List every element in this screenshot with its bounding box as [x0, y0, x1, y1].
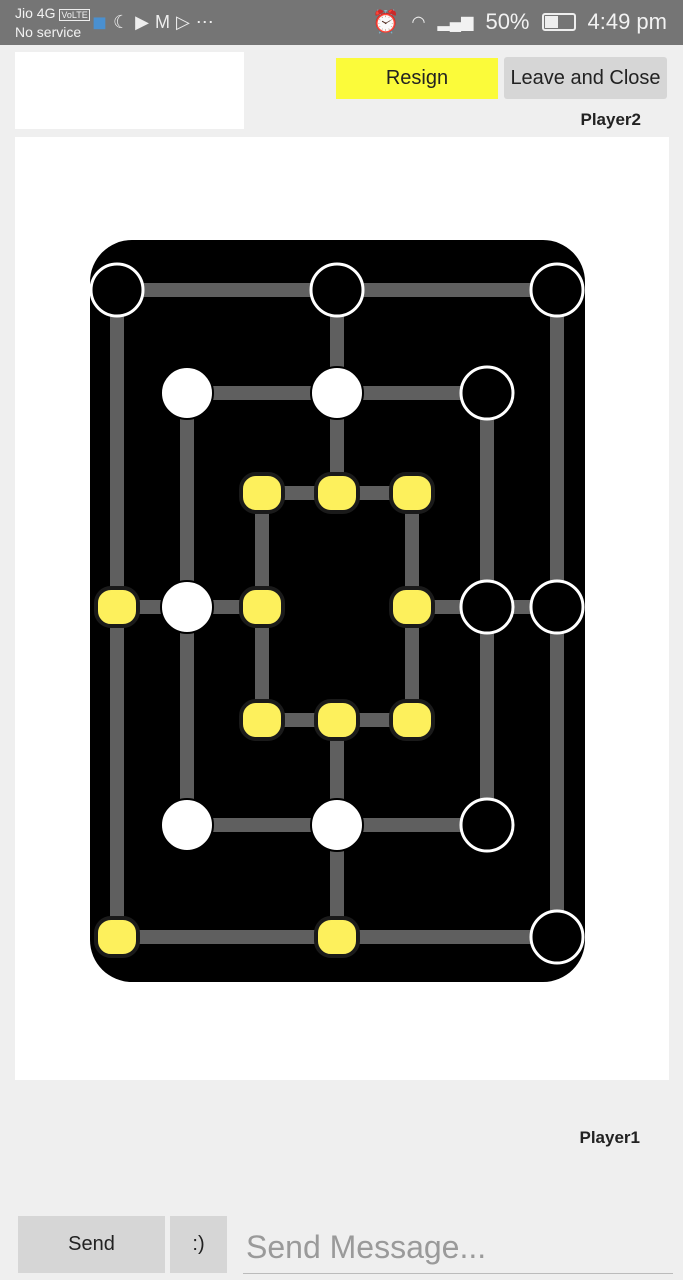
- white-piece[interactable]: [160, 580, 214, 634]
- resign-button[interactable]: Resign: [336, 58, 498, 99]
- leave-and-close-button[interactable]: Leave and Close: [504, 57, 667, 99]
- wifi-icon: ◠: [411, 14, 426, 31]
- battery-percent: 50%: [485, 9, 530, 34]
- white-piece[interactable]: [160, 798, 214, 852]
- carrier-info: Jio 4G VoLTE No service: [15, 5, 90, 41]
- empty-point[interactable]: [314, 916, 360, 958]
- play-store-icon: ▷: [175, 12, 196, 32]
- volte-badge: VoLTE: [59, 9, 90, 21]
- alarm-icon: ⏰: [372, 9, 400, 34]
- service-status: No service: [15, 24, 82, 40]
- white-piece[interactable]: [310, 798, 364, 852]
- empty-point[interactable]: [389, 472, 435, 514]
- empty-point[interactable]: [314, 472, 360, 514]
- status-bar: Jio 4G VoLTE No service ◼☾▶M▷⋯ ⏰ ◠ ▂▄▆ 5…: [0, 0, 683, 45]
- white-piece[interactable]: [160, 366, 214, 420]
- player-name: Player1: [579, 1128, 641, 1147]
- white-piece[interactable]: [310, 366, 364, 420]
- empty-point[interactable]: [314, 699, 360, 741]
- youtube-icon: ▶: [135, 12, 155, 32]
- black-piece[interactable]: [89, 262, 145, 318]
- black-piece[interactable]: [309, 262, 365, 318]
- black-piece[interactable]: [459, 365, 515, 421]
- signal-icon: ▂▄▆: [437, 14, 474, 31]
- mill-board: [89, 240, 585, 982]
- message-input[interactable]: [243, 1222, 673, 1274]
- empty-point[interactable]: [239, 699, 285, 741]
- black-piece[interactable]: [529, 579, 585, 635]
- moon-icon: ☾: [112, 12, 136, 32]
- send-button[interactable]: Send: [18, 1216, 165, 1273]
- opponent-name: Player2: [580, 110, 642, 129]
- shield-icon: ◼: [92, 12, 113, 32]
- black-piece[interactable]: [459, 579, 515, 635]
- gmail-icon: M: [154, 12, 176, 32]
- game-area: [15, 137, 669, 1080]
- ad-placeholder: [15, 52, 244, 129]
- clock: 4:49 pm: [587, 9, 668, 34]
- carrier-name: Jio 4G: [15, 5, 56, 21]
- emoji-button[interactable]: :): [170, 1216, 227, 1273]
- empty-point[interactable]: [389, 586, 435, 628]
- empty-point[interactable]: [94, 916, 140, 958]
- empty-point[interactable]: [389, 699, 435, 741]
- black-piece[interactable]: [529, 262, 585, 318]
- battery-icon: [541, 13, 576, 31]
- notification-icons: ◼☾▶M▷⋯: [92, 12, 220, 33]
- empty-point[interactable]: [239, 586, 285, 628]
- empty-point[interactable]: [239, 472, 285, 514]
- more-icon: ⋯: [195, 12, 220, 32]
- empty-point[interactable]: [94, 586, 140, 628]
- black-piece[interactable]: [459, 797, 515, 853]
- black-piece[interactable]: [529, 909, 585, 965]
